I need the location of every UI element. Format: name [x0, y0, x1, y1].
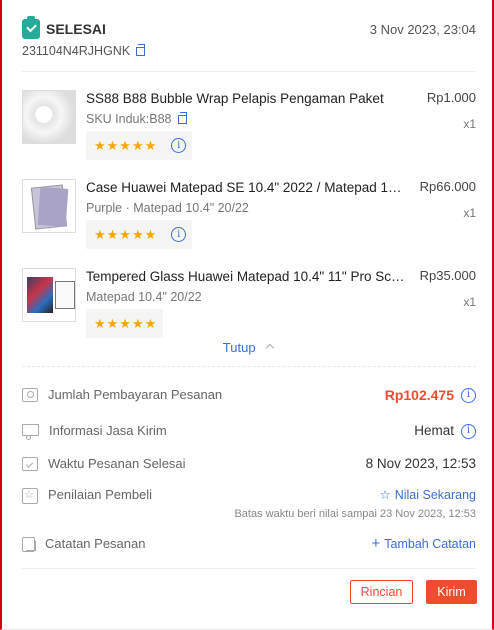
product-variant: SKU Induk:B88	[86, 112, 172, 126]
note-icon	[22, 537, 36, 552]
chevron-up-icon	[265, 343, 275, 353]
product-rating: ★★★★★ i	[86, 220, 193, 249]
product-price: Rp66.000	[419, 179, 476, 194]
product-rating: ★★★★★ i	[86, 131, 193, 160]
notes-label: Catatan Pesanan	[45, 536, 146, 551]
payment-icon	[22, 388, 38, 402]
clipboard-check-icon	[22, 16, 40, 39]
rating-doc-icon	[22, 488, 38, 504]
payment-label: Jumlah Pembayaran Pesanan	[48, 387, 223, 402]
product-variant: Purple · Matepad 10.4" 20/22	[86, 201, 249, 215]
order-header: SELESAI 3 Nov 2023, 23:04 231104N4RJHGNK	[22, 16, 476, 68]
shipping-value: Hemat	[414, 423, 454, 438]
star-rating-icon: ★★★★★	[94, 226, 158, 242]
info-icon[interactable]: i	[171, 138, 187, 153]
rating-label: Penilaian Pembeli	[48, 487, 153, 502]
info-icon[interactable]: i	[461, 387, 476, 403]
product-qty: x1	[463, 295, 476, 309]
send-button[interactable]: Kirim	[426, 580, 477, 604]
shipping-row: Informasi Jasa Kirim Hemat i	[22, 423, 476, 440]
product-price: Rp1.000	[426, 90, 476, 105]
rate-now-label: Nilai Sekarang	[394, 488, 476, 502]
info-icon[interactable]: i	[461, 423, 476, 439]
product-variant: Matepad 10.4" 20/22	[86, 290, 202, 304]
product-name[interactable]: Tempered Glass Huawei Matepad 10.4" 11" …	[86, 268, 406, 286]
star-rating-icon: ★★★★★	[94, 137, 158, 153]
product-name[interactable]: Case Huawei Matepad SE 10.4" 2022 / Mate…	[86, 179, 406, 197]
tempered-glass-image[interactable]	[22, 268, 76, 322]
product-item[interactable]: Tempered Glass Huawei Matepad 10.4" 11" …	[22, 268, 476, 348]
star-rating-icon: ★★★★★	[94, 315, 158, 331]
buyer-rating-row: Penilaian Pembeli ☆ Nilai Sekarang	[22, 487, 476, 504]
info-icon[interactable]: i	[171, 227, 187, 242]
plus-icon: +	[371, 535, 381, 552]
payment-amount: Rp102.475	[384, 387, 454, 403]
truck-icon	[22, 424, 39, 440]
order-card: SELESAI 3 Nov 2023, 23:04 231104N4RJHGNK…	[10, 0, 486, 612]
product-name[interactable]: SS88 B88 Bubble Wrap Pelapis Pengaman Pa…	[86, 90, 406, 108]
product-item[interactable]: Case Huawei Matepad SE 10.4" 2022 / Mate…	[22, 179, 476, 259]
add-note-label: Tambah Catatan	[384, 537, 476, 551]
copy-icon[interactable]	[136, 43, 146, 56]
completed-time-row: Waktu Pesanan Selesai 8 Nov 2023, 12:53	[22, 456, 476, 472]
order-id: 231104N4RJHGNK	[22, 44, 131, 58]
add-note-link[interactable]: + Tambah Catatan	[372, 536, 477, 552]
product-rating: ★★★★★	[86, 309, 164, 338]
star-outline-icon: ☆	[379, 488, 391, 502]
product-price: Rp35.000	[419, 268, 476, 283]
completed-value: 8 Nov 2023, 12:53	[365, 456, 476, 471]
tablet-case-image[interactable]	[22, 179, 76, 233]
collapse-label: Tutup	[222, 340, 256, 355]
calendar-check-icon	[22, 457, 38, 471]
payment-row: Jumlah Pembayaran Pesanan Rp102.475 i	[22, 387, 476, 403]
completed-label: Waktu Pesanan Selesai	[48, 456, 186, 471]
order-date: 3 Nov 2023, 23:04	[369, 21, 476, 37]
product-item[interactable]: SS88 B88 Bubble Wrap Pelapis Pengaman Pa…	[22, 90, 476, 170]
divider	[22, 366, 476, 367]
rate-now-link[interactable]: ☆ Nilai Sekarang	[379, 487, 476, 503]
rating-deadline: Batas waktu beri nilai sampai 23 Nov 202…	[234, 508, 476, 520]
product-qty: x1	[463, 117, 476, 131]
collapse-toggle[interactable]: Tutup	[10, 340, 486, 355]
copy-icon[interactable]	[178, 112, 188, 124]
detail-button[interactable]: Rincian	[350, 580, 413, 604]
notes-row: Catatan Pesanan + Tambah Catatan	[22, 536, 476, 552]
order-status: SELESAI	[46, 21, 106, 37]
shipping-label: Informasi Jasa Kirim	[49, 423, 167, 438]
divider	[22, 71, 476, 72]
product-qty: x1	[463, 206, 476, 220]
bubble-wrap-image[interactable]	[22, 90, 76, 144]
divider	[22, 568, 476, 569]
